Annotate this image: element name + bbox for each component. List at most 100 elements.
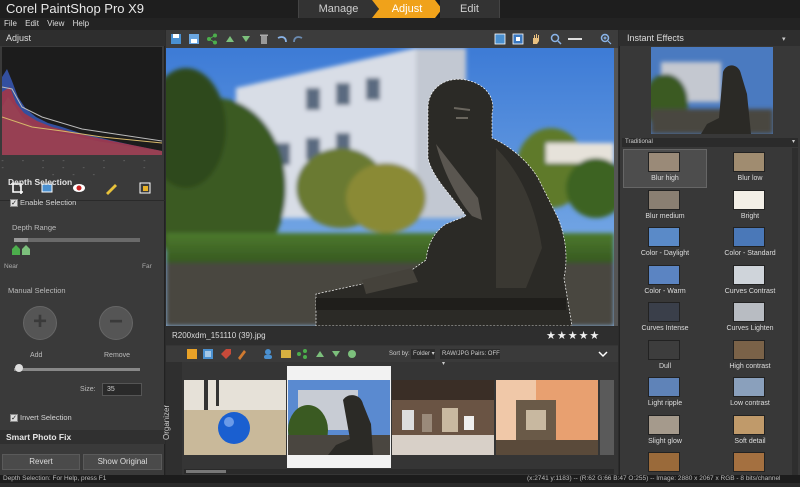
organizer-rotate-right-icon[interactable] xyxy=(330,348,342,360)
effect-item[interactable]: Soft detail xyxy=(709,413,791,450)
effect-item[interactable]: Low contrast xyxy=(709,375,791,412)
status-help-text: Depth Selection: For Help, press F1 xyxy=(3,475,107,482)
effect-item[interactable]: Light ripple xyxy=(624,375,706,412)
invert-selection-checkbox[interactable]: ✓ xyxy=(10,414,18,422)
effect-item[interactable]: High contrast xyxy=(709,338,791,375)
pan-hand-icon[interactable] xyxy=(530,33,542,45)
organizer-scrollbar[interactable] xyxy=(184,469,614,474)
paint-icon[interactable] xyxy=(236,348,248,360)
panel-menu-icon[interactable]: ▾ xyxy=(782,35,786,43)
sort-by-label: Sort by: xyxy=(389,351,410,357)
effect-item[interactable]: Dull xyxy=(624,338,706,375)
undo-icon[interactable] xyxy=(276,33,288,45)
sort-folder-dropdown[interactable]: Folder ▾ xyxy=(411,349,435,359)
thumbnail-desk[interactable] xyxy=(392,380,494,455)
effect-thumbnail xyxy=(648,152,680,172)
retouch-brush-icon[interactable] xyxy=(104,181,118,195)
effect-item[interactable]: Slight glow xyxy=(624,413,706,450)
size-input[interactable]: 35 xyxy=(102,383,142,396)
save-icon[interactable] xyxy=(170,33,182,45)
redo-icon[interactable] xyxy=(292,33,304,45)
effect-label: Soft detail xyxy=(734,437,766,445)
rotate-right-icon[interactable] xyxy=(240,33,252,45)
map-icon[interactable] xyxy=(280,348,292,360)
effect-item[interactable]: Curves Intense xyxy=(624,300,706,337)
effect-item[interactable]: Blur high xyxy=(623,149,707,188)
effect-item[interactable]: Blur low xyxy=(709,150,791,187)
effect-thumbnail xyxy=(733,452,765,472)
raw-jpg-pairs-dropdown[interactable]: RAW/JPG Pairs: OFF ▾ xyxy=(440,349,500,367)
effect-item[interactable]: Curves Contrast xyxy=(709,263,791,300)
depth-range-slider[interactable] xyxy=(14,238,140,242)
effects-scrollbar[interactable] xyxy=(792,148,798,475)
thumbnail-size-icon[interactable] xyxy=(186,348,198,360)
menu-view[interactable]: View xyxy=(47,19,64,28)
effect-item[interactable]: Color - Warm xyxy=(624,263,706,300)
organizer-process-icon[interactable] xyxy=(346,348,358,360)
far-label: Far xyxy=(142,263,152,270)
effect-label: Curves Lighten xyxy=(726,325,774,332)
image-toolbar xyxy=(166,30,618,48)
remove-selection-button[interactable]: − xyxy=(99,306,133,340)
red-eye-icon[interactable] xyxy=(72,181,86,195)
effect-item[interactable]: Color - Standard xyxy=(709,225,791,262)
effect-thumbnail xyxy=(648,452,680,472)
thumbnail-machine[interactable] xyxy=(496,380,598,455)
image-scrollbar[interactable] xyxy=(614,48,618,326)
add-selection-button[interactable]: + xyxy=(23,306,57,340)
tag-icon[interactable] xyxy=(220,348,232,360)
delete-icon[interactable] xyxy=(258,33,270,45)
thumbnail-partial[interactable] xyxy=(600,380,614,455)
share-icon[interactable] xyxy=(206,33,218,45)
effect-label: Bright xyxy=(740,212,760,220)
menu-file[interactable]: File xyxy=(4,19,17,28)
thumbnail-statue[interactable] xyxy=(288,380,390,455)
effect-item[interactable]: Bright xyxy=(709,188,791,225)
rotate-left-icon[interactable] xyxy=(224,33,236,45)
depth-selection-icon[interactable] xyxy=(138,181,152,195)
save-as-icon[interactable] xyxy=(188,33,200,45)
effect-thumbnail xyxy=(648,189,680,210)
smart-photo-fix-header[interactable]: Smart Photo Fix xyxy=(0,430,165,444)
revert-button[interactable]: Revert xyxy=(2,454,80,470)
enable-selection-checkbox[interactable]: ✓ xyxy=(10,199,18,207)
effect-label: Blur medium xyxy=(645,212,685,220)
tab-adjust[interactable]: Adjust xyxy=(372,0,442,18)
manual-selection-label: Manual Selection xyxy=(8,286,66,295)
effect-thumbnail xyxy=(648,227,680,247)
fit-window-icon[interactable] xyxy=(494,33,506,45)
traditional-category-dropdown[interactable]: Traditional xyxy=(622,138,798,147)
brush-size-handle[interactable] xyxy=(15,364,23,372)
effect-label: Dull xyxy=(658,362,672,370)
show-original-button[interactable]: Show Original xyxy=(83,454,162,470)
rating-stars[interactable]: ★★★★★ xyxy=(546,329,600,342)
category-dropdown-arrow[interactable]: ▾ xyxy=(792,138,795,145)
menu-help[interactable]: Help xyxy=(73,19,89,28)
effect-item[interactable]: Color - Daylight xyxy=(624,225,706,262)
zoom-slider[interactable] xyxy=(568,38,582,40)
tab-manage[interactable]: Manage xyxy=(298,0,378,18)
zoom-out-icon[interactable] xyxy=(550,33,562,45)
tab-edit[interactable]: Edit xyxy=(440,0,500,18)
effect-item[interactable]: Blur medium xyxy=(624,188,706,225)
organizer-share-icon[interactable] xyxy=(296,348,308,360)
thumbnail-gym[interactable] xyxy=(184,380,286,455)
effect-label: Curves Intense xyxy=(641,325,689,332)
actual-size-icon[interactable] xyxy=(512,33,524,45)
depth-selection-title: Depth Selection xyxy=(8,177,73,187)
main-image[interactable] xyxy=(166,48,614,326)
brush-size-slider[interactable] xyxy=(14,368,140,371)
effect-item[interactable]: Curves Lighten xyxy=(709,300,791,337)
collapse-organizer-icon[interactable] xyxy=(598,349,608,359)
organizer-rotate-left-icon[interactable] xyxy=(314,348,326,360)
people-icon[interactable] xyxy=(262,348,274,360)
histogram-graph xyxy=(2,69,162,155)
menu-edit[interactable]: Edit xyxy=(25,19,39,28)
effect-label: Curves Contrast xyxy=(724,287,776,295)
details-view-icon[interactable] xyxy=(202,348,214,360)
near-label: Near xyxy=(4,263,19,270)
effect-thumbnail xyxy=(648,264,680,285)
organizer-scroll-thumb[interactable] xyxy=(186,470,226,473)
adjust-panel-header: Adjust xyxy=(0,30,165,46)
zoom-in-icon[interactable] xyxy=(600,33,612,45)
